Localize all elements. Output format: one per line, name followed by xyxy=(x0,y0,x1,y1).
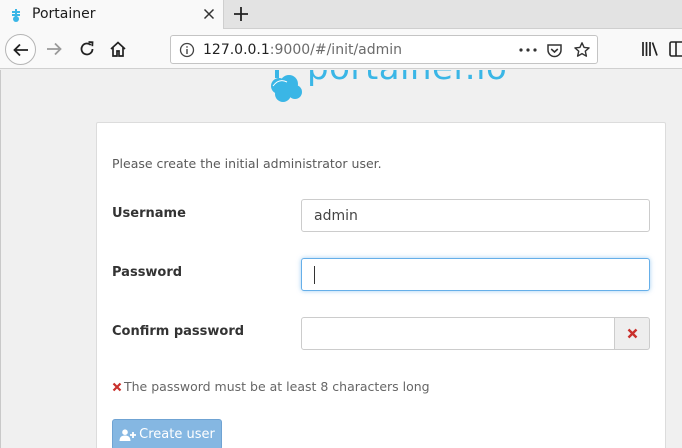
library-icon[interactable] xyxy=(640,39,660,59)
create-user-button[interactable]: Create user xyxy=(112,419,222,448)
form-intro: Please create the initial administrator … xyxy=(112,156,382,171)
sidebar-icon[interactable] xyxy=(668,39,682,59)
times-icon xyxy=(112,382,122,391)
plus-icon[interactable] xyxy=(230,3,252,25)
text-caret xyxy=(314,266,315,284)
init-admin-form: Please create the initial administrator … xyxy=(96,122,666,448)
url-host: 127.0.0.1 xyxy=(203,42,270,58)
times-icon xyxy=(627,328,638,339)
confirm-password-input[interactable] xyxy=(301,317,615,350)
create-user-label: Create user xyxy=(139,427,215,442)
browser-tab[interactable]: Portainer xyxy=(0,0,224,29)
arrow-right-icon[interactable] xyxy=(44,39,64,59)
tab-strip: Portainer xyxy=(0,0,682,29)
home-icon[interactable] xyxy=(108,39,128,59)
page-content: portainer.io Please create the initial a… xyxy=(0,70,682,448)
username-input[interactable]: admin xyxy=(301,199,650,232)
portainer-logo: portainer.io xyxy=(269,70,507,106)
user-plus-icon xyxy=(119,428,137,441)
username-value: admin xyxy=(314,208,358,224)
portainer-cloud-icon xyxy=(271,70,302,102)
password-error-text: The password must be at least 8 characte… xyxy=(124,379,430,394)
password-label: Password xyxy=(112,265,183,280)
url-text[interactable]: 127.0.0.1:9000/#/init/admin xyxy=(203,42,402,58)
address-bar[interactable]: 127.0.0.1:9000/#/init/admin xyxy=(170,35,598,64)
close-icon[interactable] xyxy=(200,5,218,23)
logo-text: portainer.io xyxy=(307,70,507,88)
arrow-left-icon[interactable] xyxy=(5,34,36,65)
info-icon[interactable] xyxy=(179,42,195,58)
url-path: :9000/#/init/admin xyxy=(269,42,403,58)
more-icon[interactable] xyxy=(518,42,538,58)
portainer-favicon-icon xyxy=(10,7,22,22)
pocket-icon[interactable] xyxy=(546,42,563,59)
password-input[interactable] xyxy=(301,258,650,291)
confirm-password-status xyxy=(614,317,650,350)
star-icon[interactable] xyxy=(573,41,591,59)
password-error: The password must be at least 8 characte… xyxy=(112,379,430,394)
tab-title: Portainer xyxy=(32,6,96,22)
reload-icon[interactable] xyxy=(77,39,97,59)
username-label: Username xyxy=(112,206,186,221)
navigation-toolbar: 127.0.0.1:9000/#/init/admin xyxy=(0,29,682,69)
confirm-password-label: Confirm password xyxy=(112,324,245,339)
